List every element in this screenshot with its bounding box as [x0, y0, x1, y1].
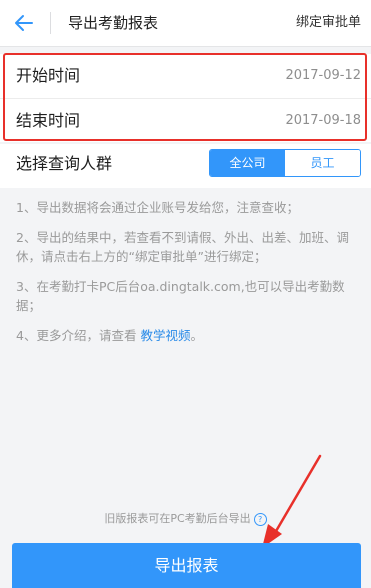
tutorial-video-link[interactable]: 教学视频 — [140, 328, 190, 343]
page-title: 导出考勤报表 — [68, 14, 159, 32]
legacy-report-text: 旧版报表可在PC考勤后台导出 — [104, 512, 251, 525]
group-segmented-control: 全公司 员工 — [209, 149, 361, 177]
note-4-text: 4、更多介绍，请查看 — [16, 328, 137, 343]
date-highlight-annotation — [3, 53, 367, 141]
instructions: 1、导出数据将会通过企业账号发给您，注意查收； 2、导出的结果中，若查看不到请假… — [16, 198, 362, 356]
note-3: 3、在考勤打卡PC后台oa.dingtalk.com,也可以导出考勤数据； — [16, 279, 345, 313]
note-4: 4、更多介绍，请查看 教学视频。 — [16, 326, 362, 345]
bind-approval-button[interactable]: 绑定审批单 — [296, 13, 361, 33]
note-2: 2、导出的结果中，若查看不到请假、外出、出差、加班、调休，请点击右上方的“绑定审… — [16, 230, 349, 264]
top-bar: 导出考勤报表 绑定审批单 — [0, 0, 371, 47]
segment-whole-company[interactable]: 全公司 — [210, 150, 285, 176]
query-group-row: 选择查询人群 全公司 员工 — [0, 144, 371, 188]
back-arrow-icon[interactable] — [12, 11, 36, 35]
note-4-suffix: 。 — [190, 328, 203, 343]
note-1: 1、导出数据将会通过企业账号发给您，注意查收； — [16, 200, 299, 215]
export-report-button[interactable]: 导出报表 — [12, 543, 361, 588]
header-divider — [50, 12, 51, 34]
segment-employee[interactable]: 员工 — [285, 150, 360, 176]
query-group-label: 选择查询人群 — [16, 154, 113, 173]
red-pointer-arrow — [262, 454, 322, 548]
